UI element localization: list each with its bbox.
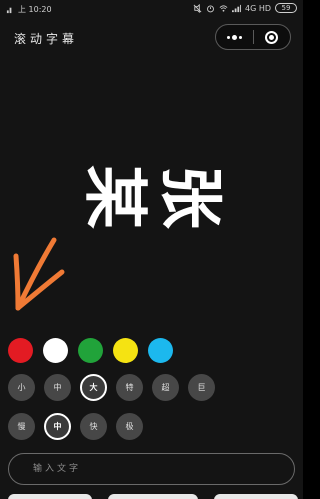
speed-option-2[interactable]: 快 bbox=[80, 413, 107, 440]
network-label: 4G HD bbox=[244, 3, 271, 13]
screen: 上 10:20 4G HD 59 滚动字幕 张某 小 中 大 特 超 巨 慢 中… bbox=[0, 0, 303, 499]
battery-level: 59 bbox=[281, 4, 291, 12]
alarm-icon bbox=[207, 5, 214, 12]
status-left: 上 10:20 bbox=[6, 4, 52, 15]
caption-display: 张某 bbox=[0, 60, 303, 330]
signal-speed-icon bbox=[6, 7, 12, 14]
status-right: 4G HD 59 bbox=[193, 3, 297, 13]
mute-icon bbox=[193, 3, 202, 13]
status-bar: 上 10:20 4G HD 59 bbox=[0, 0, 303, 18]
size-option-5[interactable]: 巨 bbox=[188, 374, 215, 401]
wifi-icon bbox=[219, 4, 228, 12]
text-input-container bbox=[8, 453, 295, 485]
speed-option-3[interactable]: 极 bbox=[116, 413, 143, 440]
color-swatch-white[interactable] bbox=[43, 338, 68, 363]
cellular-signal-icon bbox=[231, 4, 241, 12]
bottom-button-middle[interactable] bbox=[108, 494, 198, 499]
close-button[interactable] bbox=[254, 25, 291, 49]
color-swatch-red[interactable] bbox=[8, 338, 33, 363]
color-swatch-cyan[interactable] bbox=[148, 338, 173, 363]
orange-arrow-mark-icon bbox=[13, 237, 65, 311]
speed-options: 慢中快极 bbox=[8, 413, 143, 440]
more-button[interactable] bbox=[216, 25, 253, 49]
speed-option-0[interactable]: 慢 bbox=[8, 413, 35, 440]
color-swatch-yellow[interactable] bbox=[113, 338, 138, 363]
target-icon bbox=[265, 30, 279, 44]
battery-icon: 59 bbox=[275, 3, 297, 13]
size-option-0[interactable]: 小 bbox=[8, 374, 35, 401]
nav-bar: 滚动字幕 bbox=[0, 20, 303, 56]
size-options: 小中大特超巨 bbox=[8, 374, 215, 401]
status-time: 上 10:20 bbox=[18, 5, 52, 14]
bottom-button-left[interactable] bbox=[8, 494, 92, 499]
bottom-buttons-partial bbox=[0, 494, 303, 499]
page-title: 滚动字幕 bbox=[14, 32, 79, 46]
size-option-3[interactable]: 特 bbox=[116, 374, 143, 401]
color-swatch-green[interactable] bbox=[78, 338, 103, 363]
size-option-4[interactable]: 超 bbox=[152, 374, 179, 401]
speed-option-1[interactable]: 中 bbox=[44, 413, 71, 440]
caption-text-input[interactable] bbox=[9, 463, 294, 475]
scrolling-caption-text: 张某 bbox=[73, 154, 225, 229]
color-palette bbox=[8, 338, 173, 363]
size-option-2[interactable]: 大 bbox=[80, 374, 107, 401]
size-option-1[interactable]: 中 bbox=[44, 374, 71, 401]
more-dots-icon bbox=[226, 34, 242, 40]
bottom-button-right[interactable] bbox=[214, 494, 298, 499]
mini-program-capsule bbox=[215, 24, 291, 50]
